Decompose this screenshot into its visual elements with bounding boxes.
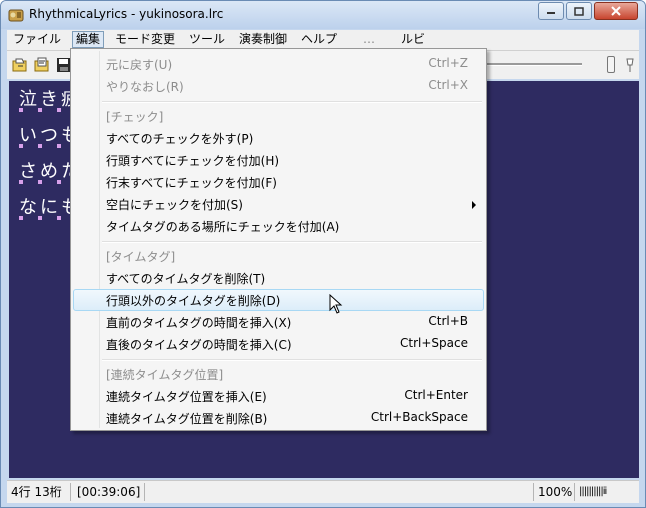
menu-item-shortcut: Ctrl+X: [428, 78, 468, 92]
playback-slider-thumb[interactable]: [607, 56, 615, 73]
menu-mode[interactable]: モード変更: [112, 31, 178, 48]
pin-icon[interactable]: [625, 57, 635, 73]
menu-item-delete-continuous[interactable]: 連続タイムタグ位置を削除(B) Ctrl+BackSpace: [73, 407, 484, 429]
menu-item-remove-all-checks[interactable]: すべてのチェックを外す(P): [73, 127, 484, 149]
menu-item-check-timetags[interactable]: タイムタグのある場所にチェックを付加(A): [73, 215, 484, 237]
edit-menu-dropdown: 元に戻す(U) Ctrl+Z やりなおし(R) Ctrl+X [チェック] すべ…: [70, 48, 487, 431]
menu-item-shortcut: Ctrl+Z: [428, 56, 468, 70]
app-icon: [8, 9, 24, 22]
menu-item-label: 行頭すべてにチェックを付加(H): [106, 154, 280, 168]
maximize-button[interactable]: [566, 2, 592, 20]
menu-item-label: 元に戻す(U): [106, 58, 173, 72]
menu-separator: [102, 359, 482, 361]
timetag-marker: [57, 216, 61, 220]
menu-tools[interactable]: ツール: [186, 31, 228, 48]
close-button[interactable]: [594, 2, 638, 20]
menu-item-insert-next-time[interactable]: 直後のタイムタグの時間を挿入(C) Ctrl+Space: [73, 333, 484, 355]
menu-item-label: すべてのタイムタグを削除(T): [106, 272, 266, 286]
playback-slider-track[interactable]: [477, 63, 582, 66]
menu-group-timetag: [タイムタグ]: [73, 245, 484, 267]
menu-item-label: すべてのチェックを外す(P): [106, 132, 254, 146]
menu-help[interactable]: ヘルプ: [298, 31, 340, 48]
timetag-marker: [38, 216, 42, 220]
menu-item-shortcut: Ctrl+BackSpace: [370, 410, 468, 424]
submenu-arrow-icon: [472, 201, 476, 209]
menu-item-label: 直前のタイムタグの時間を挿入(X): [106, 316, 292, 330]
menu-item-delete-non-head-timetags[interactable]: 行頭以外のタイムタグを削除(D): [73, 289, 484, 311]
playback-time: [00:39:06]: [73, 483, 145, 501]
menu-item-label: 連続タイムタグ位置を削除(B): [106, 412, 268, 426]
level-meter: ||||||||||ii: [579, 486, 607, 497]
timetag-marker: [57, 108, 61, 112]
menu-item-check-line-ends[interactable]: 行末すべてにチェックを付加(F): [73, 171, 484, 193]
menu-item-shortcut: Ctrl+Enter: [404, 388, 468, 402]
minimize-button[interactable]: [538, 2, 564, 20]
menu-item-shortcut: Ctrl+Space: [400, 336, 468, 350]
timetag-marker: [19, 180, 23, 184]
menu-item-redo[interactable]: やりなおし(R) Ctrl+X: [73, 75, 484, 97]
timetag-marker: [38, 180, 42, 184]
mouse-cursor-icon: [329, 294, 343, 314]
timetag-marker: [57, 180, 61, 184]
timetag-marker: [57, 144, 61, 148]
window-title: RhythmicaLyrics - yukinosora.lrc: [29, 7, 224, 21]
menu-group-label: [連続タイムタグ位置]: [106, 368, 224, 382]
menu-more[interactable]: …: [360, 31, 378, 48]
menu-playback[interactable]: 演奏制御: [236, 31, 290, 48]
menu-item-label: 行頭以外のタイムタグを削除(D): [106, 294, 281, 308]
status-bar: 4行 13桁 [00:39:06] 100% ||||||||||ii: [7, 480, 639, 503]
menu-item-label: 空白にチェックを付加(S): [106, 198, 243, 212]
cursor-position: 4行 13桁: [7, 483, 71, 501]
menu-item-delete-all-timetags[interactable]: すべてのタイムタグを削除(T): [73, 267, 484, 289]
open-lyrics-icon[interactable]: [34, 57, 50, 73]
menu-item-label: 行末すべてにチェックを付加(F): [106, 176, 277, 190]
menu-edit[interactable]: 編集: [72, 31, 105, 48]
menu-file[interactable]: ファイル: [10, 31, 64, 48]
timetag-marker: [38, 144, 42, 148]
menu-item-insert-continuous[interactable]: 連続タイムタグ位置を挿入(E) Ctrl+Enter: [73, 385, 484, 407]
timetag-marker: [19, 108, 23, 112]
menu-item-label: 連続タイムタグ位置を挿入(E): [106, 390, 267, 404]
timetag-marker: [19, 144, 23, 148]
title-bar[interactable]: RhythmicaLyrics - yukinosora.lrc: [1, 1, 645, 29]
close-icon: [611, 6, 621, 16]
menu-group-label: [タイムタグ]: [106, 250, 176, 264]
menu-separator: [102, 241, 482, 243]
timetag-marker: [19, 216, 23, 220]
open-file-icon[interactable]: [12, 57, 28, 73]
menu-item-label: 直後のタイムタグの時間を挿入(C): [106, 338, 292, 352]
maximize-icon: [574, 6, 584, 16]
menu-group-label: [チェック]: [106, 110, 164, 124]
menu-item-shortcut: Ctrl+B: [428, 314, 468, 328]
timetag-marker: [38, 108, 42, 112]
menu-ruby[interactable]: ルビ: [398, 31, 428, 48]
menu-group-continuous: [連続タイムタグ位置]: [73, 363, 484, 385]
zoom-level: 100%: [533, 483, 575, 501]
menu-item-check-line-starts[interactable]: 行頭すべてにチェックを付加(H): [73, 149, 484, 171]
minimize-icon: [547, 12, 555, 14]
menu-item-undo[interactable]: 元に戻す(U) Ctrl+Z: [73, 53, 484, 75]
menu-item-label: タイムタグのある場所にチェックを付加(A): [106, 220, 340, 234]
menu-item-label: やりなおし(R): [106, 80, 184, 94]
menu-item-check-blanks[interactable]: 空白にチェックを付加(S): [73, 193, 484, 215]
menu-separator: [102, 101, 482, 103]
menu-item-insert-prev-time[interactable]: 直前のタイムタグの時間を挿入(X) Ctrl+B: [73, 311, 484, 333]
menu-group-check: [チェック]: [73, 105, 484, 127]
